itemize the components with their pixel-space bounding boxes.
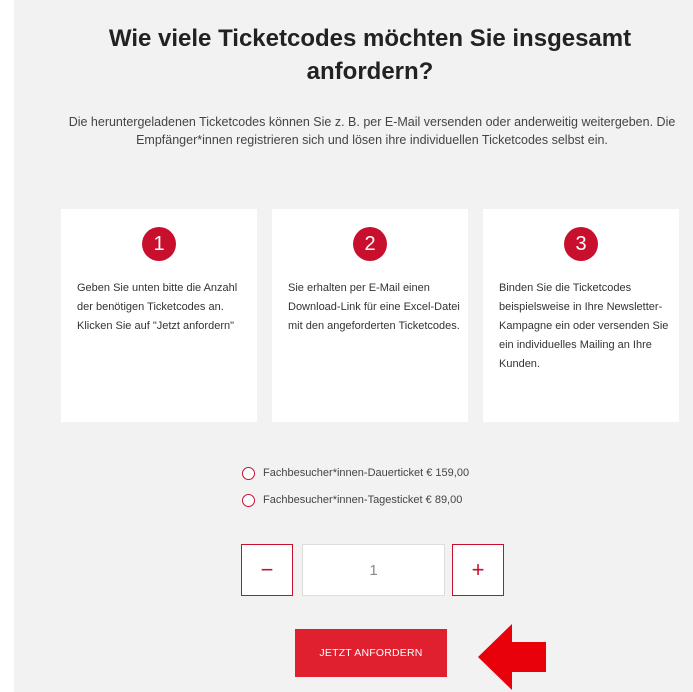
step-description: Sie erhalten per E-Mail einen Download-L…	[288, 282, 460, 332]
step-number-badge: 2	[353, 227, 387, 261]
radio-button[interactable]	[242, 493, 255, 507]
ticket-option-tagesticket[interactable]: Fachbesucher*innen-Tagesticket € 89,00	[242, 491, 462, 509]
submit-request-button[interactable]: JETZT ANFORDERN	[295, 629, 447, 677]
decrement-button[interactable]: −	[241, 544, 293, 596]
intro-text: Die heruntergeladenen Ticketcodes können…	[68, 115, 676, 147]
step-description: Binden Sie die Ticketcodes beispielsweis…	[499, 282, 669, 370]
step-card-2: 2 Sie erhalten per E-Mail einen Download…	[272, 209, 468, 422]
ticket-option-label: Fachbesucher*innen-Tagesticket € 89,00	[263, 494, 463, 506]
arrow-shape	[478, 624, 546, 690]
step-number-badge: 3	[564, 227, 598, 261]
step-card-3: 3 Binden Sie die Ticketcodes beispielswe…	[483, 209, 679, 422]
step-number-badge: 1	[142, 227, 176, 261]
quantity-input[interactable]	[302, 544, 445, 596]
page-title: Wie viele Ticketcodes möchten Sie insges…	[40, 22, 693, 88]
step-card-1: 1 Geben Sie unten bitte die Anzahl der b…	[61, 209, 257, 422]
page-title-line-1: Wie viele Ticketcodes möchten Sie insges…	[108, 25, 632, 52]
page-title-line-2: anfordern?	[306, 58, 434, 85]
radio-button[interactable]	[242, 466, 255, 480]
increment-button[interactable]: +	[452, 544, 504, 596]
left-arrow-icon	[478, 624, 546, 690]
ticket-option-label: Fachbesucher*innen-Dauerticket € 159,00	[263, 467, 470, 479]
ticket-option-dauerticket[interactable]: Fachbesucher*innen-Dauerticket € 159,00	[242, 464, 469, 482]
step-description: Geben Sie unten bitte die Anzahl der ben…	[77, 282, 238, 332]
